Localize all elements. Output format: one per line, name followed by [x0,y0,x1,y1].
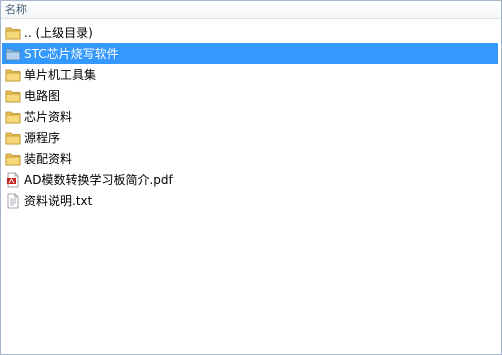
list-item-label: 资料说明.txt [24,193,93,208]
list-item-source-code[interactable]: 源程序 [2,127,498,148]
list-item-pdf-file[interactable]: AD模数转换学习板简介.pdf [2,169,498,190]
list-item-label: 单片机工具集 [24,67,97,82]
folder-icon [5,48,21,60]
text-file-icon [7,193,19,208]
column-header-bar: 名称 [1,1,501,19]
list-item-mcu-tools[interactable]: 单片机工具集 [2,64,498,85]
list-item-label: 电路图 [24,88,61,103]
list-item-label: 源程序 [24,130,61,145]
list-item-parent-directory[interactable]: .. (上级目录) [2,22,498,43]
list-item-label: 装配资料 [24,151,73,166]
folder-icon [5,69,21,81]
file-browser-window: 名称 .. (上级目录) STC芯片烧写软件 单片机工具集 电路图 芯片资料 源… [0,0,502,355]
folder-icon [5,27,21,39]
list-item-txt-file[interactable]: 资料说明.txt [2,190,498,211]
folder-icon [5,111,21,123]
list-item-label: AD模数转换学习板简介.pdf [24,172,173,187]
pdf-file-icon [7,172,19,187]
list-item-label: STC芯片烧写软件 [24,46,119,61]
folder-icon [5,153,21,165]
list-item-assembly-docs[interactable]: 装配资料 [2,148,498,169]
folder-icon [5,132,21,144]
list-item-chip-docs[interactable]: 芯片资料 [2,106,498,127]
list-item-schematics[interactable]: 电路图 [2,85,498,106]
list-item-stc-software[interactable]: STC芯片烧写软件 [2,43,498,64]
list-item-label: .. (上级目录) [24,25,93,40]
list-item-label: 芯片资料 [24,109,73,124]
file-list: .. (上级目录) STC芯片烧写软件 单片机工具集 电路图 芯片资料 源程序 … [2,22,499,211]
name-column-header[interactable]: 名称 [5,3,27,16]
folder-icon [5,90,21,102]
